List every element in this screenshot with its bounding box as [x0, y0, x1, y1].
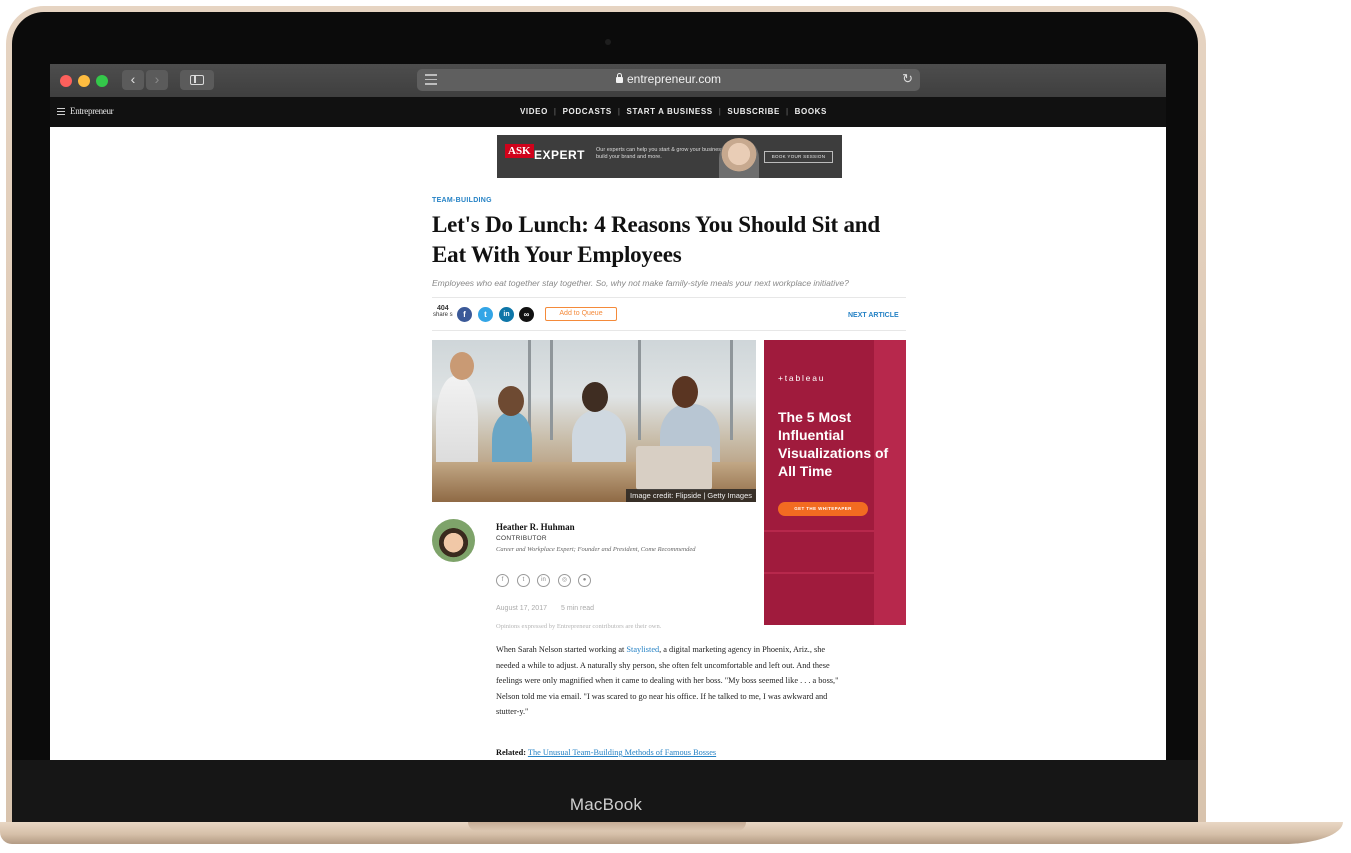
back-button[interactable]: ‹: [122, 70, 144, 90]
share-count: 404 share s: [433, 305, 453, 318]
macbook-base-notch: [468, 822, 746, 831]
photo-person-head: [450, 352, 474, 380]
article-headline: Let's Do Lunch: 4 Reasons You Should Sit…: [432, 212, 880, 267]
window-minimize-button[interactable]: [78, 75, 90, 87]
divider: [432, 330, 906, 331]
reload-icon[interactable]: ↻: [902, 71, 913, 87]
nav-link-start-a-business[interactable]: START A BUSINESS: [627, 107, 713, 116]
ad-expert-title: EXPERT: [534, 148, 586, 162]
ad-decoration: [764, 530, 906, 532]
side-ad-headline: The 5 Most Influential Visualizations of…: [778, 409, 889, 479]
author-linkedin-icon[interactable]: in: [537, 574, 550, 587]
article-category[interactable]: TEAM-BUILDING: [432, 197, 492, 204]
next-article-link[interactable]: NEXT ARTICLE: [848, 312, 899, 319]
read-time: 5 min read: [561, 605, 595, 612]
macbook-frame: MacBook ‹ › entrepreneur.com ↻ Entrepren…: [0, 0, 1351, 853]
add-to-queue-button[interactable]: Add to Queue: [545, 307, 617, 321]
sidebar-toggle-button[interactable]: [180, 70, 214, 90]
related-article: Related: The Unusual Team-Building Metho…: [496, 748, 717, 757]
article-subhead: Employees who eat together stay together…: [432, 278, 849, 288]
facebook-share-icon[interactable]: f: [457, 307, 472, 322]
ad-decoration: [764, 572, 906, 574]
ad-copy: Our experts can help you start & grow yo…: [596, 147, 726, 160]
article-meta: August 17, 2017 5 min read: [496, 605, 594, 612]
linkedin-share-icon[interactable]: in: [499, 307, 514, 322]
related-article-link[interactable]: The Unusual Team-Building Methods of Fam…: [528, 748, 716, 757]
article-body-paragraph: When Sarah Nelson started working at Sta…: [496, 645, 839, 716]
photo-person: [572, 410, 626, 470]
address-bar[interactable]: entrepreneur.com ↻: [417, 69, 920, 91]
screen-chin: [12, 760, 1198, 828]
url-display: entrepreneur.com: [417, 72, 920, 86]
author-rss-icon[interactable]: ◎: [558, 574, 571, 587]
author-avatar[interactable]: [432, 519, 475, 562]
nav-link-video[interactable]: VIDEO: [520, 107, 548, 116]
twitter-share-icon[interactable]: t: [478, 307, 493, 322]
tableau-logo: +tableau: [778, 373, 826, 383]
site-nav-links: VIDEO | PODCASTS | START A BUSINESS | SUBSCRIB…: [520, 107, 827, 116]
lock-icon: [615, 73, 623, 83]
ad-decoration: [874, 340, 906, 625]
copy-link-icon[interactable]: ∞: [519, 307, 534, 322]
browser-toolbar: ‹ › entrepreneur.com ↻: [50, 64, 1166, 97]
banner-ad[interactable]: ASK EXPERT Our experts can help you star…: [497, 135, 842, 178]
author-facebook-icon[interactable]: f: [496, 574, 509, 587]
browser-screen: ‹ › entrepreneur.com ↻ Entrepreneur VIDE…: [50, 64, 1166, 760]
photo-person-head: [498, 386, 524, 416]
nav-link-subscribe[interactable]: SUBSCRIBE: [727, 107, 780, 116]
ad-ask-badge: ASK: [505, 144, 534, 158]
sidebar-icon: [190, 75, 204, 85]
site-logo[interactable]: Entrepreneur: [70, 106, 114, 116]
ad-portrait: [719, 138, 759, 178]
nav-link-books[interactable]: BOOKS: [795, 107, 827, 116]
photo-person-head: [672, 376, 698, 408]
window-zoom-button[interactable]: [96, 75, 108, 87]
window-frame: [730, 340, 733, 440]
author-name[interactable]: Heather R. Huhman: [496, 522, 575, 532]
site-nav-bar: Entrepreneur VIDEO | PODCASTS | START A BUSI…: [50, 97, 1166, 127]
photo-person-head: [582, 382, 608, 412]
hamburger-menu-icon[interactable]: [57, 108, 65, 115]
hero-image: Image credit: Flipside | Getty Images: [432, 340, 756, 502]
photo-person: [436, 376, 478, 476]
url-text: entrepreneur.com: [626, 72, 722, 86]
author-role: CONTRIBUTOR: [496, 535, 547, 542]
author-twitter-icon[interactable]: t: [517, 574, 530, 587]
photo-laptop: [636, 446, 712, 490]
contributor-disclaimer: Opinions expressed by Entrepreneur contr…: [496, 623, 662, 630]
nav-link-podcasts[interactable]: PODCASTS: [563, 107, 612, 116]
author-website-icon[interactable]: ●: [578, 574, 591, 587]
publish-date: August 17, 2017: [496, 605, 547, 612]
window-frame: [638, 340, 641, 440]
ad-cta-button[interactable]: BOOK YOUR SESSION: [764, 151, 833, 163]
tableau-side-ad[interactable]: +tableau The 5 Most Influential Visualiz…: [764, 340, 906, 625]
image-credit: Image credit: Flipside | Getty Images: [626, 489, 756, 502]
camera-icon: [605, 39, 611, 45]
macbook-label: MacBook: [569, 795, 643, 814]
staylisted-link[interactable]: Staylisted: [626, 645, 659, 654]
forward-button[interactable]: ›: [146, 70, 168, 90]
window-close-button[interactable]: [60, 75, 72, 87]
divider: [432, 297, 906, 298]
window-frame: [550, 340, 553, 440]
get-whitepaper-button[interactable]: GET THE WHITEPAPER: [778, 502, 868, 516]
author-bio: Career and Workplace Expert; Founder and…: [496, 546, 696, 553]
